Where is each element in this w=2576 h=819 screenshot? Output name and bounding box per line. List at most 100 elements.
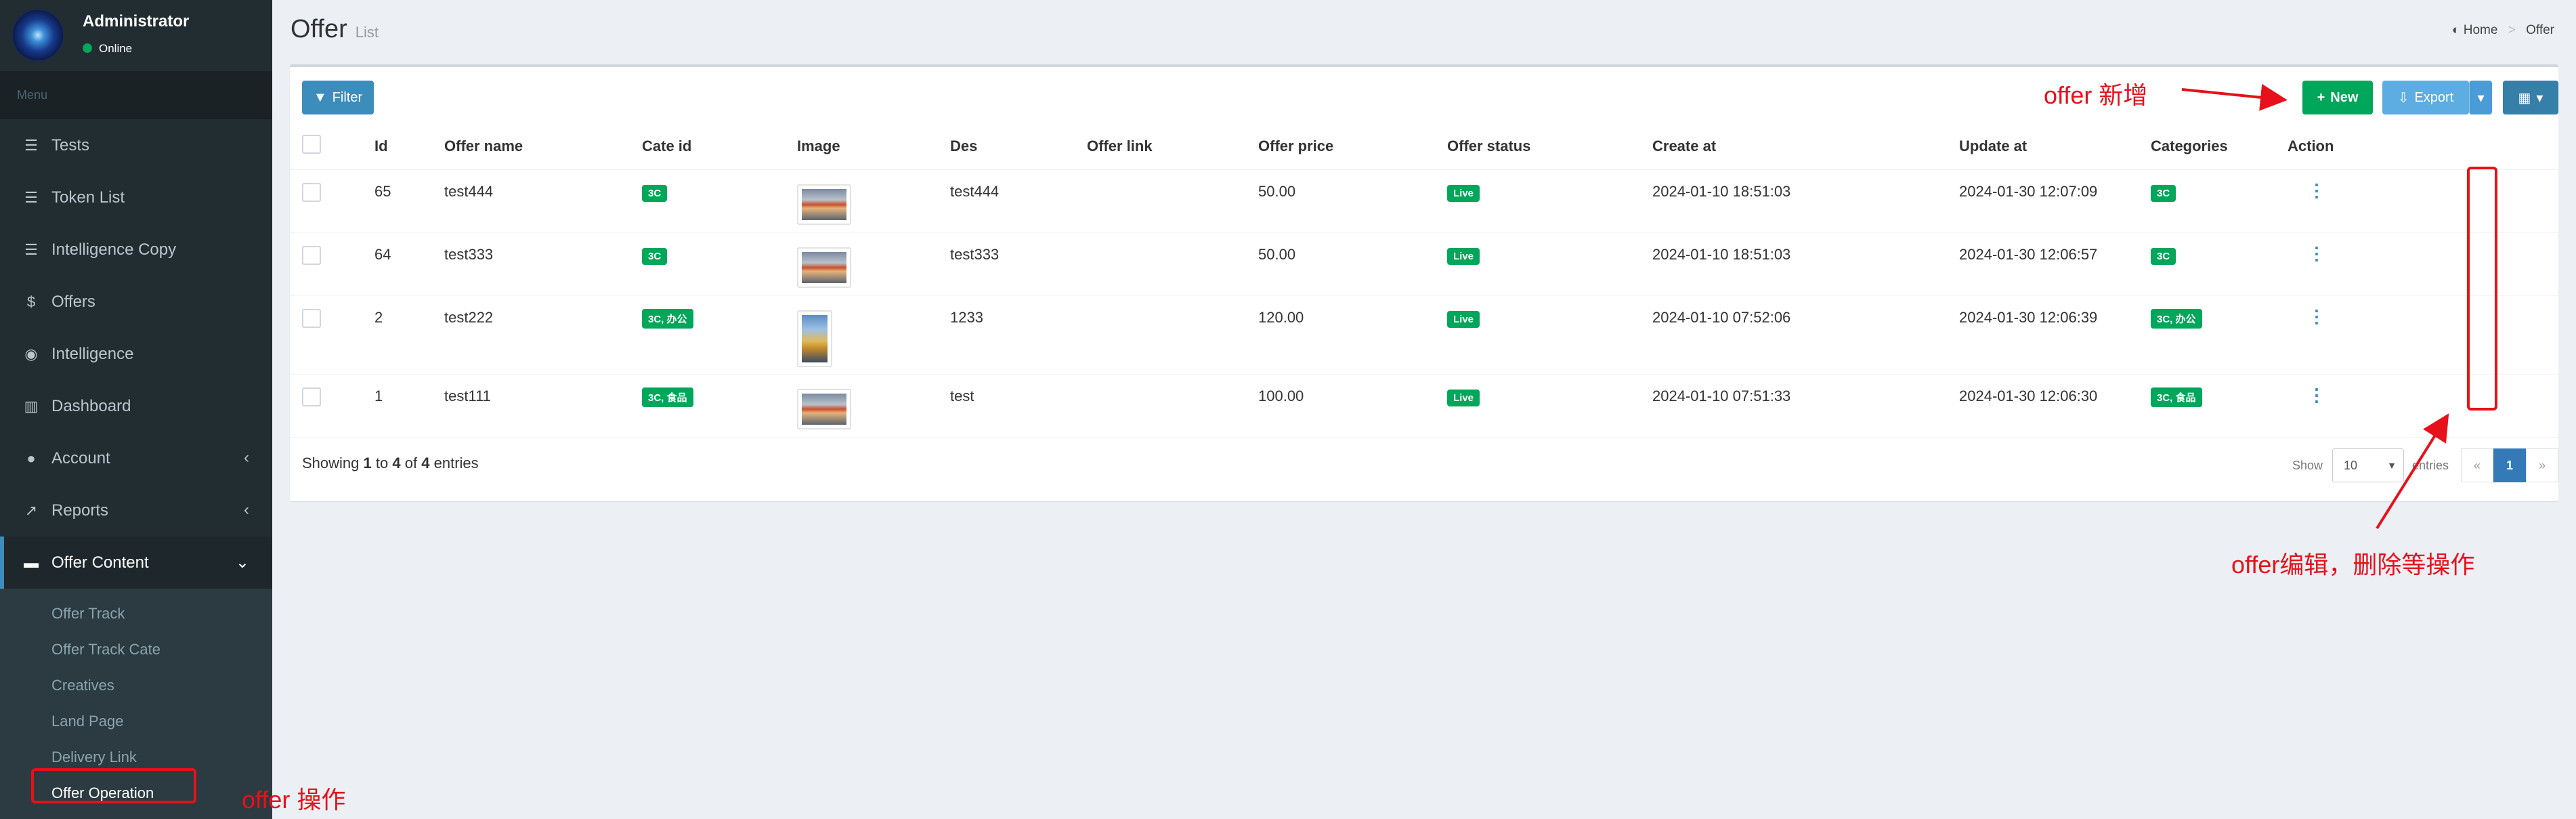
- export-button[interactable]: ⇩ Export: [2382, 81, 2469, 114]
- column-header[interactable]: Offer status: [1447, 123, 1652, 170]
- select-all-cell: [290, 123, 374, 170]
- cell-offer-link: [1087, 374, 1258, 438]
- offer-image-picture: [802, 189, 846, 220]
- sidebar-item-tests[interactable]: ☰ Tests: [0, 119, 272, 171]
- column-header[interactable]: Cate id: [642, 123, 797, 170]
- sidebar-subitem-land-page[interactable]: Land Page: [0, 703, 272, 739]
- plus-icon: +: [2317, 89, 2325, 105]
- prev-page-button[interactable]: «: [2461, 448, 2493, 482]
- sidebar-item-label: Tests: [51, 135, 90, 154]
- filter-icon: ▼: [313, 89, 327, 105]
- breadcrumb: ◐ Home > Offer: [2452, 23, 2554, 38]
- column-header[interactable]: Id: [374, 123, 444, 170]
- annotation-edit-label: offer编辑，删除等操作: [2231, 551, 2475, 579]
- column-header[interactable]: Action: [2288, 123, 2558, 170]
- breadcrumb-home[interactable]: Home: [2464, 23, 2498, 37]
- sidebar-subitem-creatives[interactable]: Creatives: [0, 667, 272, 703]
- category-badge: 3C, 办公: [2151, 308, 2202, 329]
- cell-cate-id: 3C: [642, 169, 797, 233]
- page-length-select[interactable]: 10 ▼: [2332, 448, 2404, 482]
- sidebar-item-token-list[interactable]: ☰ Token List: [0, 171, 272, 224]
- cate-badge: 3C, 办公: [642, 308, 693, 329]
- table-header-row: Id Offer name Cate id Image Des Offer li…: [290, 123, 2558, 170]
- sidebar-item-account[interactable]: ● Account ‹: [0, 432, 272, 484]
- column-header[interactable]: Offer link: [1087, 123, 1258, 170]
- cell-offer-name: test111: [444, 374, 642, 438]
- status-badge: Live: [1447, 389, 1480, 406]
- more-actions-icon[interactable]: ⋮: [2308, 308, 2325, 325]
- columns-button[interactable]: ▦ ▾: [2503, 81, 2558, 114]
- offer-image-picture: [802, 314, 828, 362]
- user-panel: Administrator Online: [0, 0, 272, 71]
- cell-image: [797, 295, 950, 375]
- annotation-operation-label: offer 操作: [242, 786, 346, 814]
- new-button[interactable]: + New: [2302, 81, 2373, 114]
- breadcrumb-separator: >: [2508, 23, 2516, 37]
- cell-offer-price: 50.00: [1258, 232, 1447, 296]
- user-status: Online: [83, 42, 132, 56]
- info-total: 4: [421, 455, 430, 471]
- column-header[interactable]: Create at: [1652, 123, 1959, 170]
- status-badge: Live: [1447, 310, 1480, 328]
- cell-des: test: [950, 374, 1087, 438]
- sidebar-item-intelligence-copy[interactable]: ☰ Intelligence Copy: [0, 224, 272, 276]
- column-header[interactable]: Offer name: [444, 123, 642, 170]
- cell-offer-status: Live: [1447, 295, 1652, 375]
- table-row: 65 test444 3C test444 50.00 Live 2024-01…: [290, 169, 2558, 233]
- offer-image-picture: [802, 393, 846, 425]
- sidebar-item-offers[interactable]: $ Offers: [0, 276, 272, 328]
- column-header[interactable]: Offer price: [1258, 123, 1447, 170]
- sidebar-item-offer-content[interactable]: ▬ Offer Content ⌄: [0, 537, 272, 589]
- cell-id: 2: [374, 295, 444, 375]
- entries-label: entries: [2411, 458, 2449, 472]
- row-checkbox[interactable]: [302, 308, 321, 328]
- show-label: Show: [2292, 458, 2323, 472]
- row-select-cell: [290, 232, 374, 296]
- cell-offer-price: 50.00: [1258, 169, 1447, 233]
- cell-offer-status: Live: [1447, 374, 1652, 438]
- cell-id: 1: [374, 374, 444, 438]
- cell-categories: 3C, 食品: [2151, 374, 2288, 438]
- cell-des: 1233: [950, 295, 1087, 375]
- sidebar-item-reports[interactable]: ↗ Reports ‹: [0, 484, 272, 537]
- page-button[interactable]: 1: [2493, 448, 2526, 482]
- row-checkbox[interactable]: [302, 183, 321, 202]
- row-checkbox[interactable]: [302, 387, 321, 406]
- annotation-operation-box: [31, 768, 196, 803]
- filter-label: Filter: [332, 89, 363, 105]
- info-from: 1: [363, 455, 372, 471]
- online-dot-icon: [83, 43, 92, 53]
- export-dropdown-toggle[interactable]: ▾: [2469, 81, 2492, 114]
- sidebar-subitem-offer-track[interactable]: Offer Track: [0, 595, 272, 631]
- cell-update-at: 2024-01-30 12:06:39: [1959, 295, 2151, 375]
- avatar[interactable]: [12, 9, 64, 62]
- filter-button[interactable]: ▼ Filter: [302, 81, 374, 114]
- sidebar-item-dashboard[interactable]: ▥ Dashboard: [0, 380, 272, 432]
- chevron-left-icon: ‹: [244, 501, 249, 519]
- column-header[interactable]: Image: [797, 123, 950, 170]
- sidebar-subitem-offer-track-cate[interactable]: Offer Track Cate: [0, 631, 272, 667]
- user-status-text: Online: [99, 42, 133, 55]
- cell-categories: 3C, 办公: [2151, 295, 2288, 375]
- cell-offer-status: Live: [1447, 232, 1652, 296]
- column-header[interactable]: Update at: [1959, 123, 2151, 170]
- cell-categories: 3C: [2151, 232, 2288, 296]
- column-header[interactable]: Categories: [2151, 123, 2288, 170]
- offer-image[interactable]: [797, 247, 851, 288]
- cate-badge: 3C: [642, 247, 668, 265]
- offer-image[interactable]: [797, 184, 851, 225]
- offer-image[interactable]: [797, 388, 851, 429]
- more-actions-icon[interactable]: ⋮: [2308, 386, 2325, 404]
- table-info: Showing 1 to 4 of 4 entries: [302, 455, 479, 472]
- cell-offer-status: Live: [1447, 169, 1652, 233]
- next-page-button[interactable]: »: [2526, 448, 2558, 482]
- new-label: New: [2330, 89, 2359, 105]
- sidebar-item-intelligence[interactable]: ◉ Intelligence: [0, 328, 272, 380]
- folder-icon: ▬: [24, 553, 39, 571]
- row-checkbox[interactable]: [302, 245, 321, 265]
- more-actions-icon[interactable]: ⋮: [2308, 245, 2325, 262]
- offer-image[interactable]: [797, 310, 832, 367]
- more-actions-icon[interactable]: ⋮: [2308, 182, 2325, 199]
- column-header[interactable]: Des: [950, 123, 1087, 170]
- select-all-checkbox[interactable]: [302, 134, 321, 154]
